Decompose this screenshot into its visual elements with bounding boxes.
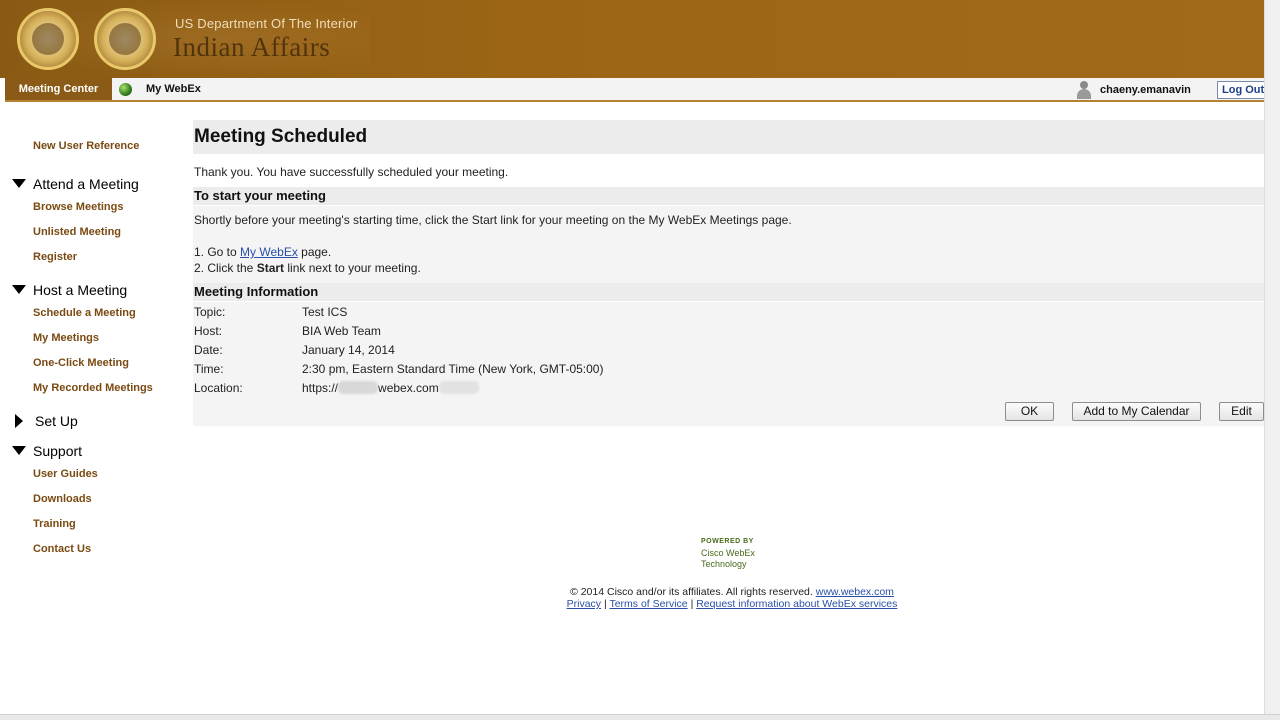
bia-seal-icon bbox=[17, 8, 79, 70]
my-webex-link[interactable]: My WebEx bbox=[240, 245, 298, 259]
start-section-header: To start your meeting bbox=[193, 187, 1264, 205]
title-bar: Meeting Scheduled bbox=[193, 120, 1264, 154]
sidebar-item-one-click-meeting[interactable]: One-Click Meeting bbox=[33, 357, 129, 369]
user-icon bbox=[1077, 81, 1091, 99]
bison-seal-icon bbox=[94, 8, 156, 70]
sidebar-item-my-recorded-meetings[interactable]: My Recorded Meetings bbox=[33, 382, 153, 394]
start-instructions: Shortly before your meeting's starting t… bbox=[194, 213, 792, 227]
sidebar-item-new-user-reference[interactable]: New User Reference bbox=[33, 140, 139, 152]
redacted-text bbox=[338, 381, 379, 394]
username: chaeny.emanavin bbox=[1100, 84, 1191, 96]
start-instructions-block: Shortly before your meeting's starting t… bbox=[193, 206, 1264, 284]
request-info-link[interactable]: Request information about WebEx services bbox=[696, 598, 897, 610]
chevron-down-icon bbox=[12, 446, 26, 455]
vertical-scrollbar[interactable] bbox=[1264, 0, 1280, 720]
step-2: 2. Click the Start link next to your mee… bbox=[194, 261, 421, 275]
sidebar-item-downloads[interactable]: Downloads bbox=[33, 493, 92, 505]
sidebar-heading-support[interactable]: Support bbox=[12, 443, 82, 459]
add-to-calendar-button[interactable]: Add to My Calendar bbox=[1072, 402, 1201, 421]
window-bottom-edge bbox=[0, 714, 1280, 720]
webex-link[interactable]: www.webex.com bbox=[816, 586, 894, 598]
chevron-right-icon bbox=[15, 414, 23, 428]
host-label: Host: bbox=[194, 324, 223, 338]
globe-icon bbox=[119, 83, 132, 96]
chevron-down-icon bbox=[12, 285, 26, 294]
header-banner: US Department Of The Interior Indian Aff… bbox=[0, 0, 1264, 78]
chevron-down-icon bbox=[12, 179, 26, 188]
edit-button[interactable]: Edit bbox=[1219, 402, 1264, 421]
success-message: Thank you. You have successfully schedul… bbox=[194, 165, 509, 179]
redacted-text bbox=[438, 381, 479, 394]
time-value: 2:30 pm, Eastern Standard Time (New York… bbox=[302, 362, 604, 376]
date-label: Date: bbox=[194, 343, 223, 357]
tab-my-webex[interactable]: My WebEx bbox=[146, 78, 201, 100]
top-nav: Meeting Center My WebEx chaeny.emanavin … bbox=[5, 78, 1267, 102]
tab-meeting-center[interactable]: Meeting Center bbox=[5, 78, 112, 100]
sidebar-item-training[interactable]: Training bbox=[33, 518, 76, 530]
sidebar-item-unlisted-meeting[interactable]: Unlisted Meeting bbox=[33, 226, 121, 238]
privacy-link[interactable]: Privacy bbox=[567, 598, 601, 610]
location-label: Location: bbox=[194, 381, 243, 395]
agency-name: Indian Affairs bbox=[173, 32, 331, 62]
time-label: Time: bbox=[194, 362, 224, 376]
footer-links: Privacy | Terms of Service | Request inf… bbox=[566, 598, 898, 610]
sidebar-item-browse-meetings[interactable]: Browse Meetings bbox=[33, 201, 123, 213]
logout-button[interactable]: Log Out bbox=[1217, 81, 1267, 99]
terms-link[interactable]: Terms of Service bbox=[609, 598, 687, 610]
sidebar-heading-attend[interactable]: Attend a Meeting bbox=[12, 176, 139, 192]
sidebar-item-register[interactable]: Register bbox=[33, 251, 77, 263]
sidebar-item-user-guides[interactable]: User Guides bbox=[33, 468, 98, 480]
host-value: BIA Web Team bbox=[302, 324, 381, 338]
copyright: © 2014 Cisco and/or its affiliates. All … bbox=[570, 586, 894, 598]
sidebar-item-schedule-meeting[interactable]: Schedule a Meeting bbox=[33, 307, 136, 319]
sidebar-item-my-meetings[interactable]: My Meetings bbox=[33, 332, 99, 344]
powered-by-logo: POWERED BY Cisco WebEx Technology bbox=[701, 538, 755, 569]
sidebar-heading-setup[interactable]: Set Up bbox=[12, 413, 78, 429]
location-value: https://webex.com bbox=[302, 381, 479, 395]
sidebar-item-contact-us[interactable]: Contact Us bbox=[33, 543, 91, 555]
start-section-title: To start your meeting bbox=[194, 188, 326, 203]
page-title: Meeting Scheduled bbox=[194, 126, 368, 147]
ok-button[interactable]: OK bbox=[1005, 402, 1054, 421]
topic-value: Test ICS bbox=[302, 305, 348, 319]
agency-department: US Department Of The Interior bbox=[175, 16, 358, 31]
info-section-header: Meeting Information bbox=[193, 283, 1264, 301]
step-1: 1. Go to My WebEx page. bbox=[194, 245, 332, 259]
topic-label: Topic: bbox=[194, 305, 226, 319]
sidebar-heading-host[interactable]: Host a Meeting bbox=[12, 282, 127, 298]
date-value: January 14, 2014 bbox=[302, 343, 395, 357]
info-section-title: Meeting Information bbox=[194, 284, 319, 299]
